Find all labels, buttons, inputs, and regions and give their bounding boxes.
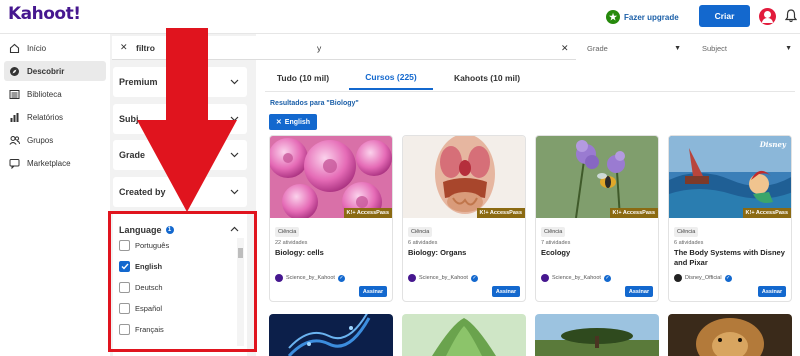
remove-filter-icon[interactable]: ✕ <box>120 42 128 53</box>
course-card-thumbnail[interactable] <box>269 314 393 356</box>
star-icon: ★ <box>606 10 620 24</box>
course-card[interactable]: K!+ AccessPass Ciência 6 atividades Biol… <box>402 135 526 302</box>
card-category: Ciência <box>408 227 433 237</box>
card-author[interactable]: Disney_Official ✓ <box>674 274 732 282</box>
card-activity-count: 22 atividades <box>275 240 308 246</box>
sidebar-item-label: Descobrir <box>27 66 65 76</box>
sidebar-item-label: Grupos <box>27 135 54 145</box>
course-card-thumbnail[interactable] <box>668 314 792 356</box>
author-avatar <box>275 274 283 282</box>
select-placeholder: Subject <box>702 43 728 53</box>
select-placeholder: Grade <box>587 43 608 53</box>
tab-cursos[interactable]: Cursos (225) <box>349 66 433 90</box>
accesspass-badge: K!+ AccessPass <box>476 208 525 218</box>
sidebar-item-marketplace[interactable]: Marketplace <box>4 153 106 173</box>
course-card[interactable]: K!+ AccessPass Ciência 22 atividades Bio… <box>269 135 393 302</box>
author-avatar <box>541 274 549 282</box>
accesspass-badge: K!+ AccessPass <box>742 208 791 218</box>
users-icon <box>9 135 20 146</box>
list-icon <box>9 89 20 100</box>
author-name: Science_by_Kahoot <box>552 275 601 281</box>
tabs-divider <box>265 91 795 92</box>
filter-label: Subj <box>119 114 139 124</box>
upgrade-label: Fazer upgrade <box>624 12 679 22</box>
subscribe-button[interactable]: Assinar <box>359 286 387 297</box>
card-activity-count: 6 atividades <box>674 240 704 246</box>
card-title[interactable]: The Body Systems with Disney and Pixar <box>674 248 790 268</box>
active-filter-chip[interactable]: ✕ English <box>269 114 317 130</box>
verified-icon: ✓ <box>470 274 478 282</box>
red-arrow-annotation <box>137 28 237 212</box>
subscribe-button[interactable]: Assinar <box>625 286 653 297</box>
verified-icon: ✓ <box>603 274 611 282</box>
card-author[interactable]: Science_by_Kahoot ✓ <box>275 274 345 282</box>
accesspass-badge: K!+ AccessPass <box>343 208 392 218</box>
red-highlight-box <box>108 211 257 352</box>
card-thumbnail <box>536 136 658 218</box>
chat-icon <box>9 158 20 169</box>
subject-select[interactable]: Subject ▼ <box>697 38 797 58</box>
caret-down-icon: ▼ <box>674 44 681 52</box>
card-author[interactable]: Science_by_Kahoot ✓ <box>408 274 478 282</box>
card-title[interactable]: Biology: cells <box>275 248 391 258</box>
course-card[interactable]: K!+ AccessPass Ciência 7 atividades Ecol… <box>535 135 659 302</box>
clear-search-icon[interactable]: ✕ <box>561 43 569 54</box>
card-category: Ciência <box>674 227 699 237</box>
grade-select[interactable]: Grade ▼ <box>582 38 686 58</box>
bell-icon[interactable] <box>785 9 797 23</box>
caret-down-icon: ▼ <box>785 44 792 52</box>
course-card[interactable]: Disney K!+ AccessPass Ciência 6 atividad… <box>668 135 792 302</box>
close-icon[interactable]: ✕ <box>276 118 282 126</box>
card-category: Ciência <box>541 227 566 237</box>
author-avatar <box>408 274 416 282</box>
course-card-thumbnail[interactable] <box>535 314 659 356</box>
chart-icon <box>9 112 20 123</box>
chip-label: English <box>284 118 311 126</box>
sidebar-item-descobrir[interactable]: Descobrir <box>4 61 106 81</box>
sidebar-item-biblioteca[interactable]: Biblioteca <box>4 84 106 104</box>
sidebar-item-label: Relatórios <box>27 112 64 122</box>
sidebar-item-relatorios[interactable]: Relatórios <box>4 107 106 127</box>
card-title[interactable]: Biology: Organs <box>408 248 524 258</box>
verified-icon: ✓ <box>337 274 345 282</box>
disney-logo: Disney <box>759 140 786 149</box>
card-thumbnail <box>270 136 392 218</box>
author-avatar <box>674 274 682 282</box>
top-bar: Kahoot! ★ Fazer upgrade Criar <box>0 0 800 34</box>
home-icon <box>9 43 20 54</box>
subscribe-button[interactable]: Assinar <box>492 286 520 297</box>
sidebar-item-label: Biblioteca <box>27 89 62 99</box>
compass-icon <box>9 66 20 77</box>
sidebar-item-label: Início <box>27 43 47 53</box>
card-category: Ciência <box>275 227 300 237</box>
results-tabs: Tudo (10 mil) Cursos (225) Kahoots (10 m… <box>265 66 795 92</box>
card-title[interactable]: Ecology <box>541 248 657 258</box>
sidebar-nav: Início Descobrir Biblioteca Relatórios G… <box>0 34 110 356</box>
author-name: Disney_Official <box>685 275 722 281</box>
verified-icon: ✓ <box>724 274 732 282</box>
results-label: Resultados para "Biology" <box>270 100 359 107</box>
course-card-thumbnail[interactable] <box>402 314 526 356</box>
tab-kahoots[interactable]: Kahoots (10 mil) <box>441 66 533 90</box>
create-button[interactable]: Criar <box>699 5 750 27</box>
avatar[interactable] <box>759 8 776 25</box>
card-activity-count: 6 atividades <box>408 240 438 246</box>
accesspass-badge: K!+ AccessPass <box>609 208 658 218</box>
search-query-text: y <box>317 43 322 53</box>
card-activity-count: 7 atividades <box>541 240 571 246</box>
sidebar-item-grupos[interactable]: Grupos <box>4 130 106 150</box>
author-name: Science_by_Kahoot <box>419 275 468 281</box>
sidebar-item-inicio[interactable]: Início <box>4 38 106 58</box>
sidebar-item-label: Marketplace <box>27 158 71 168</box>
card-author[interactable]: Science_by_Kahoot ✓ <box>541 274 611 282</box>
author-name: Science_by_Kahoot <box>286 275 335 281</box>
kahoot-logo[interactable]: Kahoot! <box>8 4 81 24</box>
tab-tudo[interactable]: Tudo (10 mil) <box>265 66 341 90</box>
upgrade-button[interactable]: ★ Fazer upgrade <box>606 10 679 24</box>
card-thumbnail <box>403 136 525 218</box>
subscribe-button[interactable]: Assinar <box>758 286 786 297</box>
